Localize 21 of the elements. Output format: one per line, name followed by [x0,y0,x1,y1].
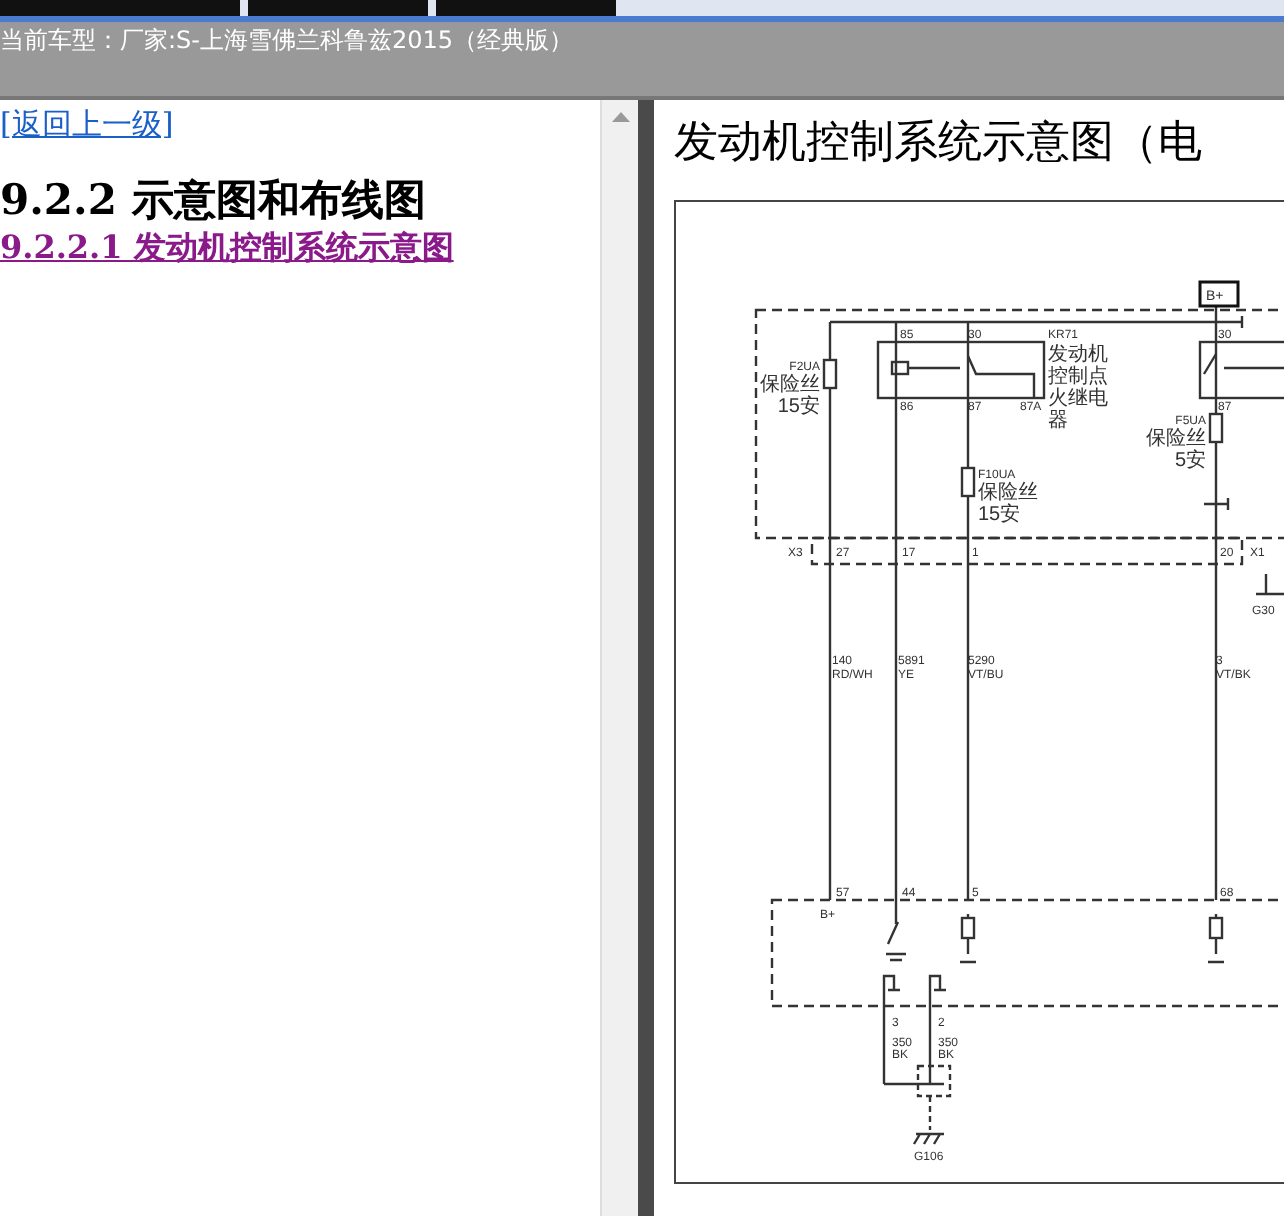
relay-label: 器 [1048,410,1068,432]
section-link[interactable]: 9.2.2.1 发动机控制系统示意图 [0,228,454,266]
browser-tab[interactable] [0,0,240,16]
section-heading: 9.2.2 示意图和布线图 [0,172,428,228]
fuse-label: 15安 [777,396,820,418]
relay-label: 发动机 [1048,344,1108,366]
relay-label: 控制点 [1048,366,1108,388]
power-terminal [1198,280,1240,308]
fuse-label: 保险丝 [1146,428,1206,450]
fuse-label: 15安 [978,504,1021,526]
relay-label: 火继电 [1048,388,1108,410]
scroll-up-icon[interactable] [611,112,629,122]
vehicle-label: 当前车型：厂家:S-上海雪佛兰科鲁兹2015（经典版） [0,24,576,54]
browser-tab[interactable] [436,0,616,16]
fuse-label: 保险丝 [978,482,1038,504]
fuse-label: 5安 [1174,450,1206,472]
scrollbar[interactable] [600,100,638,1216]
page-title: 发动机控制系统示意图（电 [674,116,1204,172]
back-link[interactable]: [返回上一级] [0,106,174,142]
browser-tab[interactable] [248,0,428,16]
fuse-label: 保险丝 [760,374,820,396]
